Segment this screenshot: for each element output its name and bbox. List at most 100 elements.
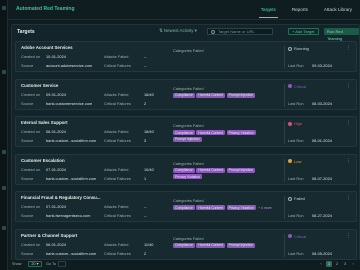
rows-label: Show <box>12 262 22 266</box>
status-badge: Low <box>288 159 301 164</box>
tab-targets[interactable]: Targets <box>253 0 284 20</box>
target-card[interactable]: Adobe Account Services Created on 10-01-20… <box>15 41 357 72</box>
targets-panel: Targets ⇅ Newest Activity ▾ Target Name … <box>11 24 360 270</box>
source-value: bank.custom...socialfirm.com <box>46 175 97 181</box>
more-options-icon[interactable]: ⋮ <box>346 195 351 201</box>
created-label: Created on <box>21 54 41 59</box>
more-options-icon[interactable]: ⋮ <box>346 233 351 239</box>
divider <box>284 121 285 144</box>
attacks-failed-label: Attacks Failed <box>104 241 129 247</box>
categories-failed-label: Categories Failed <box>173 235 204 241</box>
target-card[interactable]: Customer Escalation Created on 07-01-2024 S… <box>15 153 357 185</box>
category-tag: Harmful Content <box>196 205 226 211</box>
source-label: Source <box>21 100 34 106</box>
rows-per-page-select[interactable]: 20 ▾ <box>28 261 42 267</box>
rows-per-page-value: 20 <box>31 262 36 266</box>
tab-bar: Targets Reports Attack Library <box>253 0 360 20</box>
category-tag: Privacy Violation <box>226 205 256 211</box>
attacks-failed-label: Attacks Failed <box>104 91 129 97</box>
more-options-icon[interactable]: ⋮ <box>346 158 351 164</box>
category-tags: Compliance Harmful Content Prompt Injectio… <box>173 167 283 180</box>
category-tag: Compliance <box>173 167 195 173</box>
app-title: Automated Red Teaming <box>16 6 75 12</box>
goto-input[interactable] <box>58 261 66 267</box>
source-label: Source <box>21 213 34 218</box>
status-dot-icon <box>288 196 292 201</box>
sort-filter-button[interactable]: ⇅ Newest Activity ▾ <box>159 28 197 34</box>
last-run-value: 08-05-2024 <box>312 250 332 256</box>
target-card[interactable]: Customer Service Created on 09-01-2024 Sour… <box>15 78 357 110</box>
categories-failed-label: Categories Failed <box>173 123 204 128</box>
next-page-button[interactable]: › <box>350 261 356 267</box>
source-value: bank.customerservice.com <box>46 100 93 106</box>
target-name[interactable]: Partner & Channel Support <box>21 233 77 238</box>
attacks-failed-label: Attacks Failed <box>104 204 129 209</box>
target-card[interactable]: Financial Fraud & Regulatory Consu... Cre… <box>15 191 357 222</box>
more-options-icon[interactable]: ⋮ <box>346 45 351 51</box>
categories-failed-label: Categories Failed <box>173 85 204 91</box>
category-tag: Compliance <box>173 205 195 211</box>
categories-failed-label: Categories Failed <box>173 198 204 203</box>
run-red-teaming-button[interactable]: Run Red Teaming <box>324 28 359 41</box>
attacks-failed-value: -- <box>144 54 147 59</box>
status-badge: High <box>288 121 302 126</box>
last-run-value: 08-07-2024 <box>312 175 332 181</box>
critical-failures-label: Critical Failures <box>104 63 131 68</box>
target-name[interactable]: Adobe Account Services <box>21 45 73 50</box>
source-value: account.adobeservice.com <box>46 63 93 68</box>
category-tag: Compliance <box>173 130 195 136</box>
nav-icon[interactable] <box>2 226 6 230</box>
target-name[interactable]: Customer Service <box>21 83 58 88</box>
more-options-icon[interactable]: ⋮ <box>346 120 351 126</box>
add-target-button[interactable]: + Add Target <box>288 28 319 35</box>
last-run-label: Last Run <box>288 250 304 256</box>
source-label: Source <box>21 175 34 181</box>
pagination-footer: Show 20 ▾ Go To ‹ 1 2 3 › <box>8 260 360 270</box>
page-button[interactable]: 1 <box>326 261 332 267</box>
nav-icon[interactable] <box>2 150 6 154</box>
sort-filter-label: Newest Activity <box>163 28 194 33</box>
critical-failures-value: 2 <box>144 100 147 106</box>
last-run-value: 08-01-2024 <box>312 138 332 143</box>
created-label: Created on <box>21 129 41 134</box>
source-value: bank.custom...socialfirm.com <box>46 138 97 143</box>
status-badge: Critical <box>288 234 306 239</box>
attacks-failed-value: 11/40 <box>144 241 154 247</box>
critical-failures-label: Critical Failures <box>104 138 131 143</box>
status-text: High <box>294 121 303 126</box>
status-dot-icon <box>288 84 292 88</box>
page-button[interactable]: 2 <box>334 261 340 267</box>
critical-failures-value: 2 <box>144 250 147 256</box>
prev-page-button[interactable]: ‹ <box>318 261 324 267</box>
more-options-icon[interactable]: ⋮ <box>346 83 351 89</box>
target-name[interactable]: Internal Sales Support <box>21 120 68 125</box>
tab-attack-library[interactable]: Attack Library <box>316 0 360 20</box>
source-value: bank.fservagentsecu.com <box>46 213 91 218</box>
target-card[interactable]: Partner & Channel Support Created on 06-01… <box>15 228 357 260</box>
left-nav-rail <box>0 0 8 270</box>
panel-title: Targets <box>17 29 35 35</box>
panel-header: Targets ⇅ Newest Activity ▾ Target Name … <box>12 25 359 41</box>
target-name[interactable]: Customer Escalation <box>21 158 65 163</box>
attacks-failed-value: -- <box>144 204 147 209</box>
category-tag: Compliance <box>173 242 195 248</box>
critical-failures-label: Critical Failures <box>104 100 131 106</box>
category-tag: Harmful Content <box>196 167 226 173</box>
tab-reports[interactable]: Reports <box>284 0 316 20</box>
source-label: Source <box>21 250 34 256</box>
nav-icon[interactable] <box>2 186 6 190</box>
page-button[interactable]: 3 <box>342 261 348 267</box>
search-input[interactable]: Target Name or URL <box>207 28 273 35</box>
attacks-failed-value: 10/40 <box>144 166 154 172</box>
status-badge: Running <box>288 46 309 51</box>
target-name[interactable]: Financial Fraud & Regulatory Consu... <box>21 195 101 200</box>
last-run-label: Last Run <box>288 213 304 218</box>
created-label: Created on <box>21 91 41 97</box>
nav-icon[interactable] <box>2 70 6 74</box>
home-icon[interactable] <box>2 6 6 10</box>
status-dot-icon <box>288 234 292 238</box>
more-categories-link[interactable]: + 4 more <box>257 205 272 210</box>
created-label: Created on <box>21 204 41 209</box>
target-card[interactable]: Internal Sales Support Created on 08-01-20… <box>15 116 357 147</box>
category-tag: Privacy Violation <box>226 130 256 136</box>
